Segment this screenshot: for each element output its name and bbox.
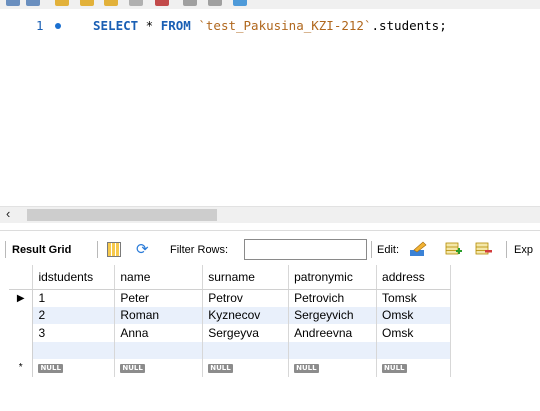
save-icon[interactable] [6,0,20,6]
new-row[interactable]: * NULL NULL NULL NULL NULL [9,359,451,377]
table-cell[interactable]: NULL [114,359,204,377]
row-marker [9,324,34,342]
explain-icon[interactable] [104,0,118,6]
table-cell[interactable]: NULL [288,359,378,377]
column-header[interactable]: name [114,265,204,290]
toolbar-separator [5,241,6,258]
empty-row[interactable] [9,341,451,359]
result-grid-tab[interactable]: Result Grid [12,243,71,257]
table-cell[interactable]: Kyznecov [202,306,290,324]
null-badge: NULL [38,364,63,374]
scroll-left-icon[interactable]: ‹ [6,206,10,221]
table-row[interactable]: ▶ 1 Peter Petrov Petrovich Tomsk [9,289,451,307]
rollback-icon[interactable] [208,0,222,6]
toolbar-separator [506,241,507,258]
column-header[interactable]: surname [202,265,290,290]
result-grid: idstudents name surname patronymic addre… [9,265,451,377]
null-badge: NULL [120,364,145,374]
row-marker-header [9,265,34,290]
table-cell[interactable]: Petrovich [288,289,378,307]
table-cell[interactable] [32,341,116,359]
null-badge: NULL [208,364,233,374]
table-cell[interactable]: Peter [114,289,204,307]
new-row-marker-icon: * [9,359,34,377]
grid-layout-icon[interactable] [107,242,121,257]
table-cell[interactable] [288,341,378,359]
table-cell[interactable]: Anna [114,324,204,342]
current-row-marker-icon: ▶ [9,289,34,307]
sql-editor[interactable]: 1 SELECT * FROM `test_Pakusina_KZI-212`.… [0,9,540,204]
edit-row-icon[interactable] [409,241,427,257]
statement-marker-icon [55,23,61,29]
sql-statement: SELECT * FROM `test_Pakusina_KZI-212`.st… [93,17,447,35]
export-label[interactable]: Exp [514,243,533,257]
edit-label: Edit: [377,244,400,256]
table-cell[interactable]: NULL [202,359,290,377]
table-cell[interactable]: Andreevna [288,324,378,342]
toggle-error-icon[interactable] [155,0,169,6]
null-badge: NULL [294,364,319,374]
column-header[interactable]: address [376,265,451,290]
line-number: 1 [36,18,44,33]
table-cell[interactable]: Sergeyva [202,324,290,342]
table-cell[interactable]: Omsk [376,324,451,342]
sql-schema-identifier: `test_Pakusina_KZI-212` [198,18,372,33]
table-cell[interactable]: Roman [114,306,204,324]
filter-rows-label: Filter Rows: [170,244,229,256]
editor-line-1[interactable]: 1 SELECT * FROM `test_Pakusina_KZI-212`.… [0,17,540,35]
result-toolbar: Result Grid ⟳ Filter Rows: Edit: Exp [0,230,540,266]
sql-keyword-select: SELECT [93,18,139,33]
row-marker [9,341,34,359]
table-cell[interactable] [376,341,451,359]
grid-header-row: idstudents name surname patronymic addre… [9,265,451,290]
column-header[interactable]: patronymic [288,265,378,290]
autocommit-icon[interactable] [233,0,247,6]
table-cell[interactable]: Tomsk [376,289,451,307]
commit-icon[interactable] [183,0,197,6]
table-cell[interactable]: NULL [32,359,116,377]
execute-current-icon[interactable] [80,0,94,6]
table-cell[interactable]: NULL [376,359,451,377]
sql-keyword-from: FROM [160,18,191,33]
table-cell[interactable]: Omsk [376,306,451,324]
table-cell[interactable]: 2 [32,306,116,324]
table-cell[interactable]: Petrov [202,289,290,307]
table-cell[interactable]: 1 [32,289,116,307]
table-row[interactable]: 3 Anna Sergeyva Andreevna Omsk [9,324,451,342]
sql-star: * [138,18,161,33]
table-cell[interactable]: 3 [32,324,116,342]
execute-icon[interactable] [55,0,69,6]
table-cell[interactable]: Sergeyvich [288,306,378,324]
column-header[interactable]: idstudents [32,265,116,290]
open-file-icon[interactable] [26,0,40,6]
null-badge: NULL [382,364,407,374]
row-marker [9,306,34,324]
stop-icon[interactable] [129,0,143,6]
sql-table-suffix: .students; [371,18,447,33]
table-cell[interactable] [202,341,290,359]
table-row[interactable]: 2 Roman Kyznecov Sergeyvich Omsk [9,306,451,324]
table-cell[interactable] [114,341,204,359]
toolbar-separator [97,241,98,258]
editor-horizontal-scrollbar[interactable]: ‹ [0,206,540,223]
filter-rows-input[interactable] [244,239,367,260]
refresh-icon[interactable]: ⟳ [136,240,149,258]
toolbar-separator [371,241,372,258]
insert-row-icon[interactable] [445,241,463,257]
scrollbar-thumb[interactable] [27,209,217,221]
delete-row-icon[interactable] [475,241,493,257]
sql-editor-toolbar [0,0,540,9]
